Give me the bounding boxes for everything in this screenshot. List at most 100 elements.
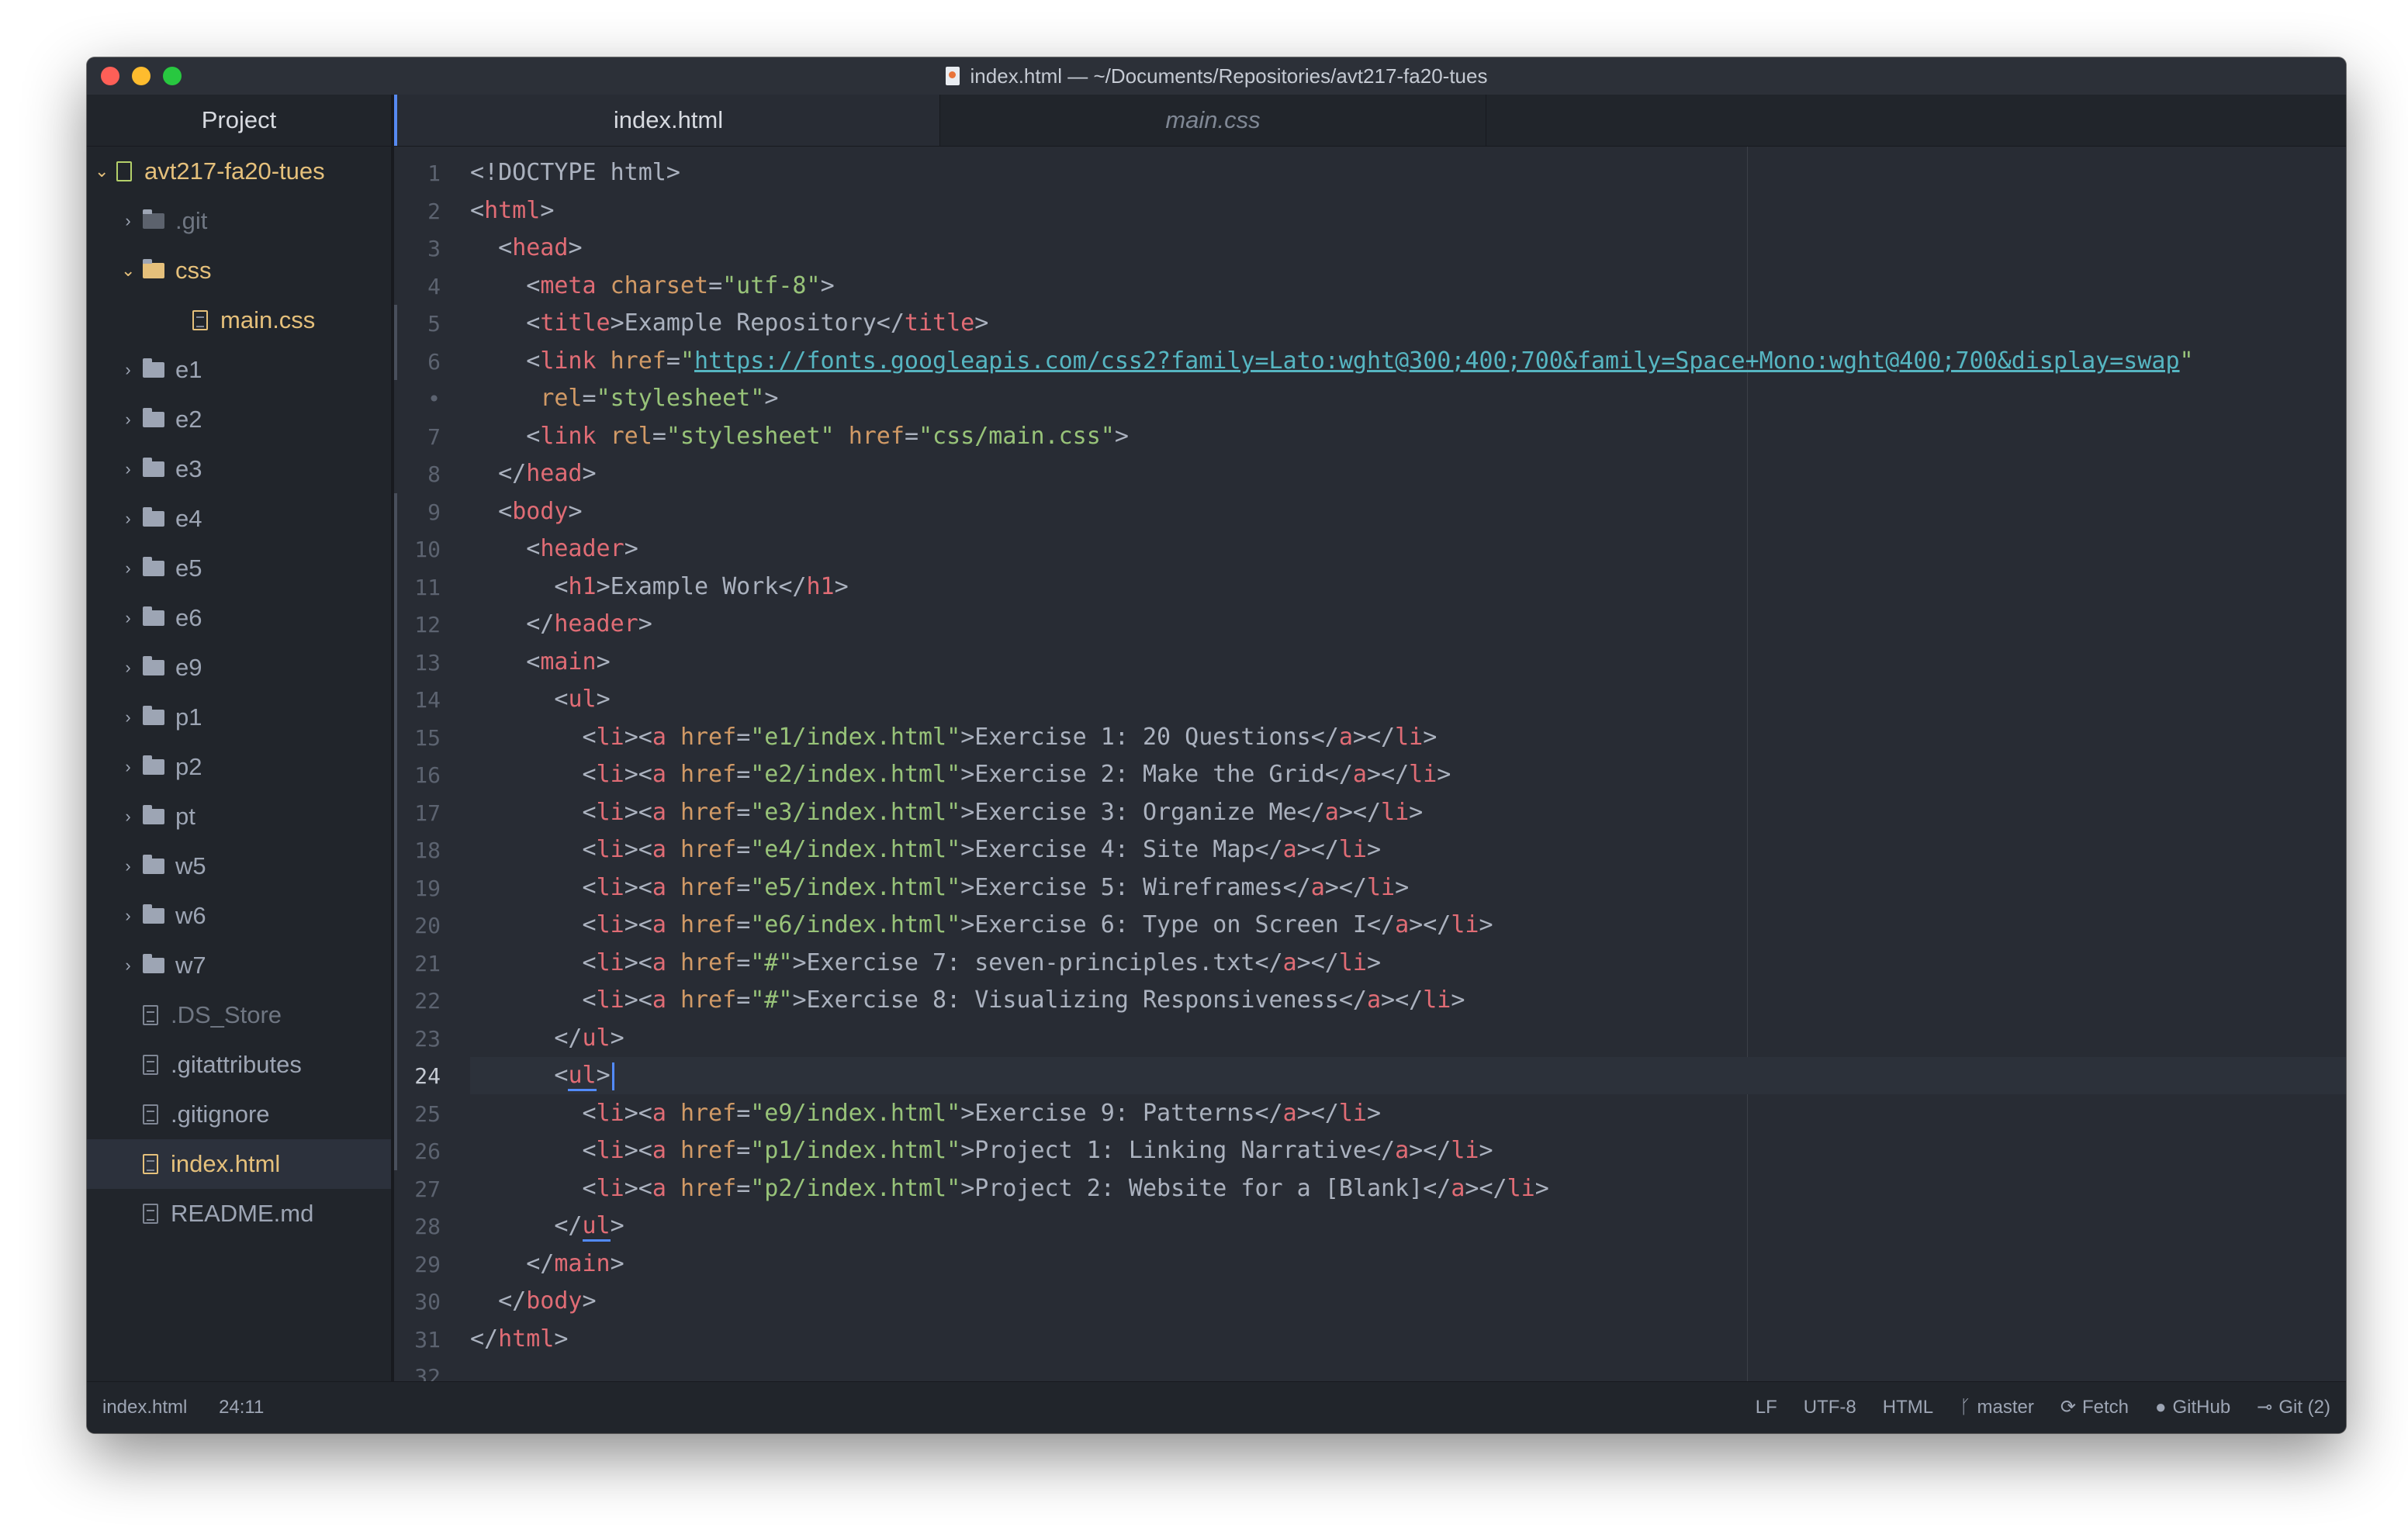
code-line[interactable]: <h1>Example Work</h1>: [470, 568, 848, 606]
code-line[interactable]: <li><a href="#">Exercise 8: Visualizing …: [470, 982, 1465, 1019]
code-line[interactable]: <title>Example Repository</title>: [470, 305, 988, 342]
chevron-right-icon[interactable]: ›: [121, 856, 135, 876]
status-file-name[interactable]: index.html: [102, 1397, 187, 1418]
tree-item[interactable]: › .git: [87, 196, 391, 246]
chevron-right-icon[interactable]: ›: [121, 409, 135, 430]
tree-item[interactable]: .DS_Store: [87, 990, 391, 1040]
code-line[interactable]: <li><a href="p2/index.html">Project 2: W…: [470, 1170, 1548, 1208]
status-github[interactable]: ● GitHub: [2155, 1382, 2230, 1433]
chevron-right-icon[interactable]: ›: [121, 608, 135, 628]
tree-item[interactable]: .gitignore: [87, 1090, 391, 1139]
tree-item[interactable]: › p1: [87, 693, 391, 742]
tree-item[interactable]: ⌄ css: [87, 246, 391, 295]
code-line[interactable]: <li><a href="e6/index.html">Exercise 6: …: [470, 907, 1493, 944]
code-line[interactable]: </ul>: [470, 1020, 624, 1057]
tree-item[interactable]: › e2: [87, 395, 391, 444]
chevron-right-icon[interactable]: ›: [121, 955, 135, 976]
code-line[interactable]: <!DOCTYPE html>: [470, 154, 680, 192]
chevron-right-icon[interactable]: ›: [121, 807, 135, 827]
code-line[interactable]: </html>: [470, 1321, 568, 1358]
line-number[interactable]: 25: [394, 1101, 441, 1127]
line-number[interactable]: 15: [394, 725, 441, 751]
chevron-right-icon[interactable]: ›: [121, 509, 135, 529]
line-number[interactable]: 21: [394, 951, 441, 976]
tree-item[interactable]: README.md: [87, 1189, 391, 1239]
tree-item[interactable]: index.html: [87, 1139, 391, 1189]
line-number[interactable]: 23: [394, 1026, 441, 1052]
code-line[interactable]: </header>: [470, 606, 652, 643]
line-number[interactable]: 8: [394, 461, 441, 487]
tree-item[interactable]: › w6: [87, 891, 391, 941]
line-number[interactable]: 28: [394, 1214, 441, 1239]
line-number[interactable]: 30: [394, 1289, 441, 1315]
code-line[interactable]: <ul>: [470, 681, 610, 718]
line-number[interactable]: 20: [394, 913, 441, 938]
code-line[interactable]: </main>: [470, 1246, 624, 1283]
line-number[interactable]: 11: [394, 575, 441, 600]
tree-item[interactable]: › e6: [87, 593, 391, 643]
chevron-right-icon[interactable]: ›: [121, 558, 135, 579]
code-line[interactable]: <li><a href="e1/index.html">Exercise 1: …: [470, 719, 1437, 756]
code-line[interactable]: <li><a href="e9/index.html">Exercise 9: …: [470, 1095, 1381, 1132]
chevron-right-icon[interactable]: ›: [121, 211, 135, 231]
tree-item[interactable]: › e5: [87, 544, 391, 593]
tree-item[interactable]: › w7: [87, 941, 391, 990]
status-grammar[interactable]: HTML: [1883, 1382, 1933, 1433]
tree-item[interactable]: › e4: [87, 494, 391, 544]
code-line[interactable]: <body>: [470, 493, 582, 530]
chevron-right-icon[interactable]: ›: [121, 906, 135, 926]
code-line[interactable]: <html>: [470, 192, 554, 230]
code-area[interactable]: 1 <!DOCTYPE html> 2 <html> 3 <head> 4 <meta c…: [394, 147, 2346, 1390]
line-number[interactable]: 22: [394, 988, 441, 1014]
chevron-right-icon[interactable]: ›: [121, 707, 135, 727]
code-line[interactable]: <header>: [470, 530, 638, 568]
chevron-down-icon[interactable]: ⌄: [95, 161, 109, 181]
status-line-ending[interactable]: LF: [1756, 1382, 1777, 1433]
code-line[interactable]: <li><a href="e4/index.html">Exercise 4: …: [470, 831, 1381, 869]
status-branch[interactable]: ᚴ master: [1960, 1382, 2034, 1433]
line-number[interactable]: 12: [394, 612, 441, 637]
tree-item[interactable]: .gitattributes: [87, 1040, 391, 1090]
chevron-down-icon[interactable]: ⌄: [121, 261, 135, 281]
code-line[interactable]: rel="stylesheet">: [470, 380, 778, 417]
code-line[interactable]: <main>: [470, 644, 610, 681]
tree-item[interactable]: › e9: [87, 643, 391, 693]
tree-root[interactable]: ⌄ avt217-fa20-tues: [87, 147, 391, 196]
line-number[interactable]: 17: [394, 800, 441, 826]
tab-index-html[interactable]: index.html: [394, 95, 940, 146]
line-number[interactable]: 24: [394, 1063, 441, 1089]
line-number[interactable]: 29: [394, 1252, 441, 1277]
code-line[interactable]: </body>: [470, 1283, 596, 1320]
code-line[interactable]: <li><a href="#">Exercise 7: seven-princi…: [470, 945, 1381, 982]
line-number[interactable]: 5: [394, 311, 441, 337]
line-number[interactable]: 27: [394, 1176, 441, 1202]
line-number[interactable]: 19: [394, 876, 441, 901]
line-number[interactable]: 16: [394, 762, 441, 788]
status-git[interactable]: ⊸ Git (2): [2257, 1382, 2330, 1433]
line-number[interactable]: •: [394, 386, 441, 412]
tree-item[interactable]: main.css: [87, 295, 391, 345]
code-line[interactable]: </head>: [470, 455, 596, 492]
line-number[interactable]: 10: [394, 537, 441, 562]
chevron-right-icon[interactable]: ›: [121, 360, 135, 380]
line-number[interactable]: 13: [394, 650, 441, 675]
code-line[interactable]: <meta charset="utf-8">: [470, 268, 834, 305]
tree-item[interactable]: › e1: [87, 345, 391, 395]
line-number[interactable]: 26: [394, 1138, 441, 1164]
code-line[interactable]: <li><a href="p1/index.html">Project 1: L…: [470, 1132, 1493, 1170]
chevron-right-icon[interactable]: ›: [121, 757, 135, 777]
status-cursor-position[interactable]: 24:11: [219, 1397, 264, 1418]
code-line[interactable]: </ul>: [470, 1208, 624, 1245]
tree-item[interactable]: › pt: [87, 792, 391, 841]
line-number[interactable]: 7: [394, 424, 441, 450]
line-number[interactable]: 2: [394, 199, 441, 224]
code-line[interactable]: <li><a href="e5/index.html">Exercise 5: …: [470, 869, 1409, 907]
tree-item[interactable]: › w5: [87, 841, 391, 891]
code-line[interactable]: <li><a href="e2/index.html">Exercise 2: …: [470, 756, 1451, 793]
chevron-right-icon[interactable]: ›: [121, 658, 135, 678]
line-number[interactable]: 6: [394, 349, 441, 375]
line-number[interactable]: 18: [394, 838, 441, 863]
status-encoding[interactable]: UTF-8: [1804, 1382, 1856, 1433]
line-number[interactable]: 3: [394, 236, 441, 261]
tab-main-css[interactable]: main.css: [940, 95, 1486, 146]
